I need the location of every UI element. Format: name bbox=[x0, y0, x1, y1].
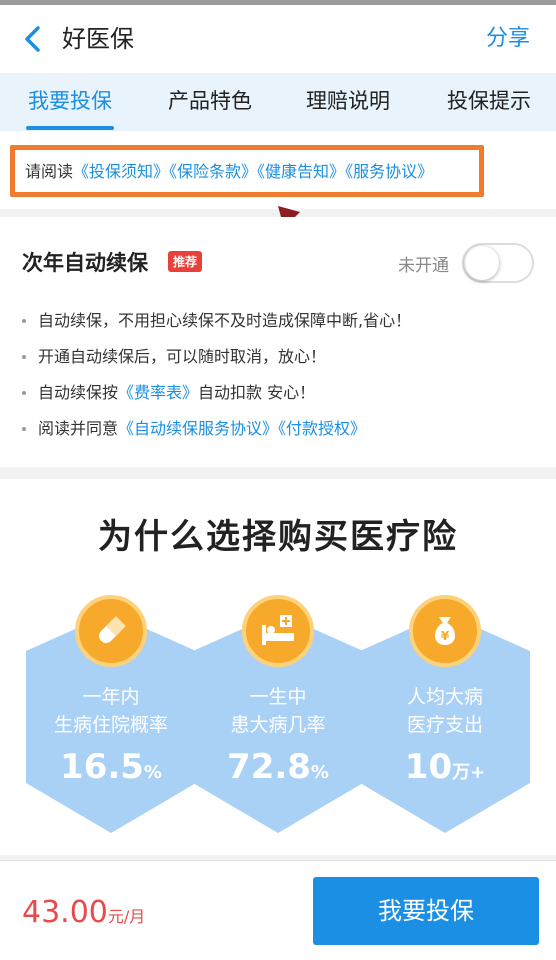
why-section: 为什么选择购买医疗险 一年内 生病住院概率 16.5% 一生中 患大病几率 72… bbox=[0, 479, 556, 855]
stat-number: 72.8 bbox=[227, 747, 311, 787]
link-service-agreement[interactable]: 《服务协议》 bbox=[345, 162, 433, 181]
tab-apply[interactable]: 我要投保 bbox=[18, 73, 122, 131]
list-item: 自动续保按《费率表》自动扣款 安心！ bbox=[20, 375, 540, 411]
stat-number: 10 bbox=[404, 747, 453, 787]
auto-renew-title: 次年自动续保 bbox=[22, 251, 148, 275]
toggle-knob bbox=[465, 246, 499, 280]
recommend-badge: 推荐 bbox=[168, 251, 203, 272]
stat-label: 医疗支出 bbox=[406, 714, 483, 736]
notice-text: 请阅读《投保须知》《保险条款》《健康告知》《服务协议》 bbox=[25, 158, 433, 186]
stat-card: 一年内 生病住院概率 16.5% bbox=[26, 583, 196, 833]
stat-unit: % bbox=[310, 762, 329, 783]
share-button[interactable]: 分享 bbox=[486, 22, 530, 56]
stat-label: 患大病几率 bbox=[230, 714, 326, 736]
price-value: 43.00 bbox=[22, 895, 108, 930]
link-health-notice[interactable]: 《健康告知》 bbox=[257, 162, 345, 181]
auto-renew-toggle[interactable] bbox=[462, 243, 534, 283]
stat-value: 16.5% bbox=[26, 747, 196, 787]
stat-label: 人均大病 bbox=[406, 686, 483, 708]
stat-label: 生病住院概率 bbox=[53, 714, 168, 736]
stat-card: ¥ 人均大病 医疗支出 10万+ bbox=[360, 583, 530, 833]
back-icon[interactable] bbox=[20, 25, 46, 53]
stat-label: 一生中 bbox=[249, 686, 307, 708]
price: 43.00元/月 bbox=[22, 895, 145, 930]
stat-card: 一生中 患大病几率 72.8% bbox=[193, 583, 363, 833]
list-item: 阅读并同意《自动续保服务协议》《付款授权》 bbox=[20, 411, 540, 447]
tab-tips[interactable]: 投保提示 bbox=[434, 73, 544, 131]
link-policy-notes[interactable]: 《投保须知》 bbox=[73, 162, 169, 181]
highlight-box: 请阅读《投保须知》《保险条款》《健康告知》《服务协议》 bbox=[10, 145, 484, 197]
list-item: 开通自动续保后，可以随时取消，放心！ bbox=[20, 339, 540, 375]
price-unit: 元/月 bbox=[107, 907, 146, 926]
header: 好医保 分享 bbox=[0, 5, 556, 73]
page-title: 好医保 bbox=[62, 25, 134, 53]
stat-value: 10万+ bbox=[360, 747, 530, 787]
svg-text:¥: ¥ bbox=[441, 629, 450, 643]
buy-button[interactable]: 我要投保 bbox=[313, 877, 539, 945]
active-tab-indicator bbox=[26, 126, 114, 130]
stat-label: 一年内 bbox=[82, 686, 140, 708]
list-item: 自动续保，不用担心续保不及时造成保障中断,省心！ bbox=[20, 303, 540, 339]
tab-claims[interactable]: 理赔说明 bbox=[296, 73, 400, 131]
benefit-list: 自动续保，不用担心续保不及时造成保障中断,省心！ 开通自动续保后，可以随时取消，… bbox=[20, 303, 540, 447]
link-payment-authorization[interactable]: 《付款授权》 bbox=[278, 419, 366, 438]
link-policy-terms[interactable]: 《保险条款》 bbox=[169, 162, 257, 181]
link-auto-renew-agreement[interactable]: 《自动续保服务协议》 bbox=[118, 419, 278, 438]
hospital-bed-icon bbox=[242, 595, 314, 667]
money-bag-icon: ¥ bbox=[409, 595, 481, 667]
pill-icon bbox=[75, 595, 147, 667]
auto-renew-section: 次年自动续保 推荐 未开通 自动续保，不用担心续保不及时造成保障中断,省心！ 开… bbox=[0, 217, 556, 467]
stat-unit: % bbox=[143, 762, 162, 783]
bullet-text: 自动续保按 bbox=[38, 383, 119, 402]
link-rate-table[interactable]: 《费率表》 bbox=[118, 383, 198, 402]
toggle-status: 未开通 bbox=[398, 256, 449, 276]
stat-unit: 万+ bbox=[452, 762, 486, 783]
bullet-text: 阅读并同意 bbox=[38, 419, 119, 438]
footer-bar: 43.00元/月 我要投保 bbox=[0, 860, 556, 960]
tab-bar: 我要投保 产品特色 理赔说明 投保提示 bbox=[0, 73, 556, 131]
stat-value: 72.8% bbox=[193, 747, 363, 787]
stat-number: 16.5 bbox=[60, 747, 144, 787]
tab-features[interactable]: 产品特色 bbox=[158, 73, 262, 131]
section-title: 为什么选择购买医疗险 bbox=[98, 517, 458, 557]
bullet-text: 自动扣款 安心！ bbox=[198, 383, 316, 402]
notice-prefix: 请阅读 bbox=[25, 162, 74, 181]
